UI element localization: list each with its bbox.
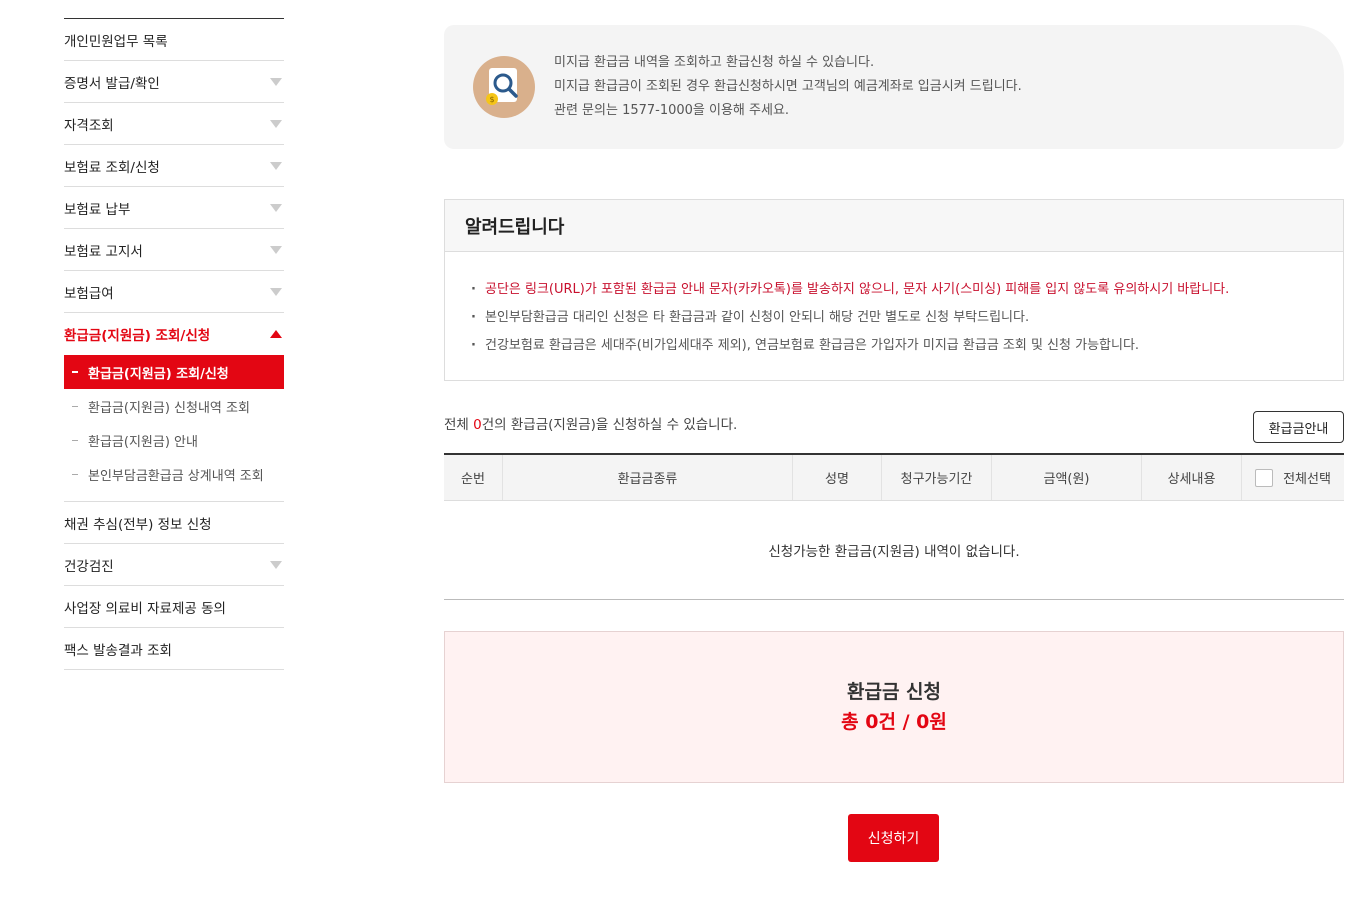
refund-summary: 환급금 신청 총 0건 / 0원 [444,631,1344,783]
select-all-label: 전체선택 [1283,472,1331,487]
apply-button[interactable]: 신청하기 [848,814,939,862]
sidebar-item-premium-payment[interactable]: 보험료 납부 [64,187,284,229]
sidebar-item-refund[interactable]: 환급금(지원금) 조회/신청 [64,313,284,355]
notice-box: 알려드립니다 공단은 링크(URL)가 포함된 환급금 안내 문자(카카오톡)를… [444,199,1344,381]
info-line: 미지급 환급금 내역을 조회하고 환급신청 하실 수 있습니다. [554,55,875,70]
submenu-item-offset-history[interactable]: 본인부담금환급금 상계내역 조회 [64,457,284,491]
count-prefix: 전체 [444,417,474,433]
chevron-down-icon [270,245,282,254]
notice-title: 알려드립니다 [445,200,1343,252]
sidebar-item-label: 증명서 발급/확인 [64,75,160,92]
table-empty-message: 신청가능한 환급금(지원금) 내역이 없습니다. [768,544,1020,560]
col-header-details: 상세내용 [1142,455,1242,500]
sidebar-item-label: 채권 추심(전부) 정보 신청 [64,516,212,533]
sidebar-item-civil-list[interactable]: 개인민원업무 목록 [64,19,284,61]
sidebar-item-label: 자격조회 [64,117,114,134]
dash-icon [72,473,78,475]
refund-guide-button[interactable]: 환급금안내 [1253,411,1344,443]
dash-icon [72,371,78,373]
chevron-up-icon [270,330,282,338]
sidebar-item-label: 건강검진 [64,558,114,575]
notice-item: 건강보험료 환급금은 세대주(비가입세대주 제외), 연금보험료 환급금은 가입… [471,332,1343,360]
info-line: 미지급 환급금이 조회된 경우 환급신청하시면 고객님의 예금계좌로 입금시켜 … [554,79,1022,94]
col-header-name: 성명 [793,455,882,500]
summary-title: 환급금 신청 [846,681,941,703]
sidebar-item-benefits[interactable]: 보험급여 [64,271,284,313]
summary-total: 총 0건 / 0원 [841,711,947,733]
sidebar-item-label: 사업장 의료비 자료제공 동의 [64,600,226,617]
sidebar-item-label: 보험료 고지서 [64,243,143,260]
sidebar-submenu: 환급금(지원금) 조회/신청 환급금(지원금) 신청내역 조회 환급금(지원금)… [64,355,284,502]
submenu-item-refund-history[interactable]: 환급금(지원금) 신청내역 조회 [64,389,284,423]
sidebar-item-qualification[interactable]: 자격조회 [64,103,284,145]
sidebar-item-debt-collection[interactable]: 채권 추심(전부) 정보 신청 [64,502,284,544]
refund-count-text: 전체 0건의 환급금(지원금)을 신청하실 수 있습니다. [444,413,737,433]
sidebar-item-medical-consent[interactable]: 사업장 의료비 자료제공 동의 [64,586,284,628]
submenu-item-label: 환급금(지원금) 안내 [88,434,198,450]
notice-item-warning: 공단은 링크(URL)가 포함된 환급금 안내 문자(카카오톡)를 발송하지 않… [471,276,1343,304]
dash-icon [72,439,78,441]
col-header-claim-period: 청구가능기간 [882,455,992,500]
col-header-refund-type: 환급금종류 [503,455,793,500]
sidebar-item-label: 보험료 조회/신청 [64,159,160,176]
notice-list: 공단은 링크(URL)가 포함된 환급금 안내 문자(카카오톡)를 발송하지 않… [445,252,1343,360]
info-box: $ 미지급 환급금 내역을 조회하고 환급신청 하실 수 있습니다. 미지급 환… [444,25,1344,149]
submenu-item-refund-guide[interactable]: 환급금(지원금) 안내 [64,423,284,457]
chevron-down-icon [270,161,282,170]
sidebar-item-fax-result[interactable]: 팩스 발송결과 조회 [64,628,284,670]
sidebar-item-premium-inquiry[interactable]: 보험료 조회/신청 [64,145,284,187]
chevron-down-icon [270,119,282,128]
chevron-down-icon [270,77,282,86]
count-suffix: 건의 환급금(지원금)을 신청하실 수 있습니다. [481,417,738,433]
chevron-down-icon [270,287,282,296]
sidebar-item-label: 개인민원업무 목록 [64,33,168,50]
sidebar-item-health-checkup[interactable]: 건강검진 [64,544,284,586]
col-header-no: 순번 [444,455,503,500]
select-all-checkbox[interactable] [1255,468,1274,487]
sidebar-item-label: 보험급여 [64,285,114,302]
submenu-item-label: 환급금(지원금) 신청내역 조회 [88,400,250,416]
refund-search-icon: $ [473,56,535,118]
submenu-item-label: 본인부담금환급금 상계내역 조회 [88,468,264,484]
col-header-amount: 금액(원) [992,455,1142,500]
notice-item: 본인부담환급금 대리인 신청은 타 환급금과 같이 신청이 안되니 해당 건만 … [471,304,1343,332]
svg-text:$: $ [489,95,494,104]
submenu-item-label: 환급금(지원금) 조회/신청 [88,366,229,382]
table-header: 순번 환급금종류 성명 청구가능기간 금액(원) 상세내용 전체선택 [444,455,1344,501]
sidebar-item-certificate[interactable]: 증명서 발급/확인 [64,61,284,103]
sidebar-menu: 개인민원업무 목록 증명서 발급/확인 자격조회 보험료 조회/신청 보험료 납… [64,18,284,670]
dash-icon [72,405,78,407]
chevron-down-icon [270,203,282,212]
col-header-select-all: 전체선택 [1242,455,1344,500]
chevron-down-icon [270,560,282,569]
count-number: 0 [473,417,482,433]
count-row: 전체 0건의 환급금(지원금)을 신청하실 수 있습니다. 환급금안내 [444,411,1344,443]
sidebar-item-premium-bill[interactable]: 보험료 고지서 [64,229,284,271]
info-text-block: 미지급 환급금 내역을 조회하고 환급신청 하실 수 있습니다. 미지급 환급금… [554,51,1022,123]
refund-table: 순번 환급금종류 성명 청구가능기간 금액(원) 상세내용 전체선택 신청가능한… [444,453,1344,600]
sidebar-item-label: 보험료 납부 [64,201,131,218]
sidebar-item-label: 팩스 발송결과 조회 [64,642,172,659]
submenu-item-refund-inquiry[interactable]: 환급금(지원금) 조회/신청 [64,355,284,389]
info-line: 관련 문의는 1577-1000을 이용해 주세요. [554,103,790,118]
sidebar-item-label: 환급금(지원금) 조회/신청 [64,328,211,344]
